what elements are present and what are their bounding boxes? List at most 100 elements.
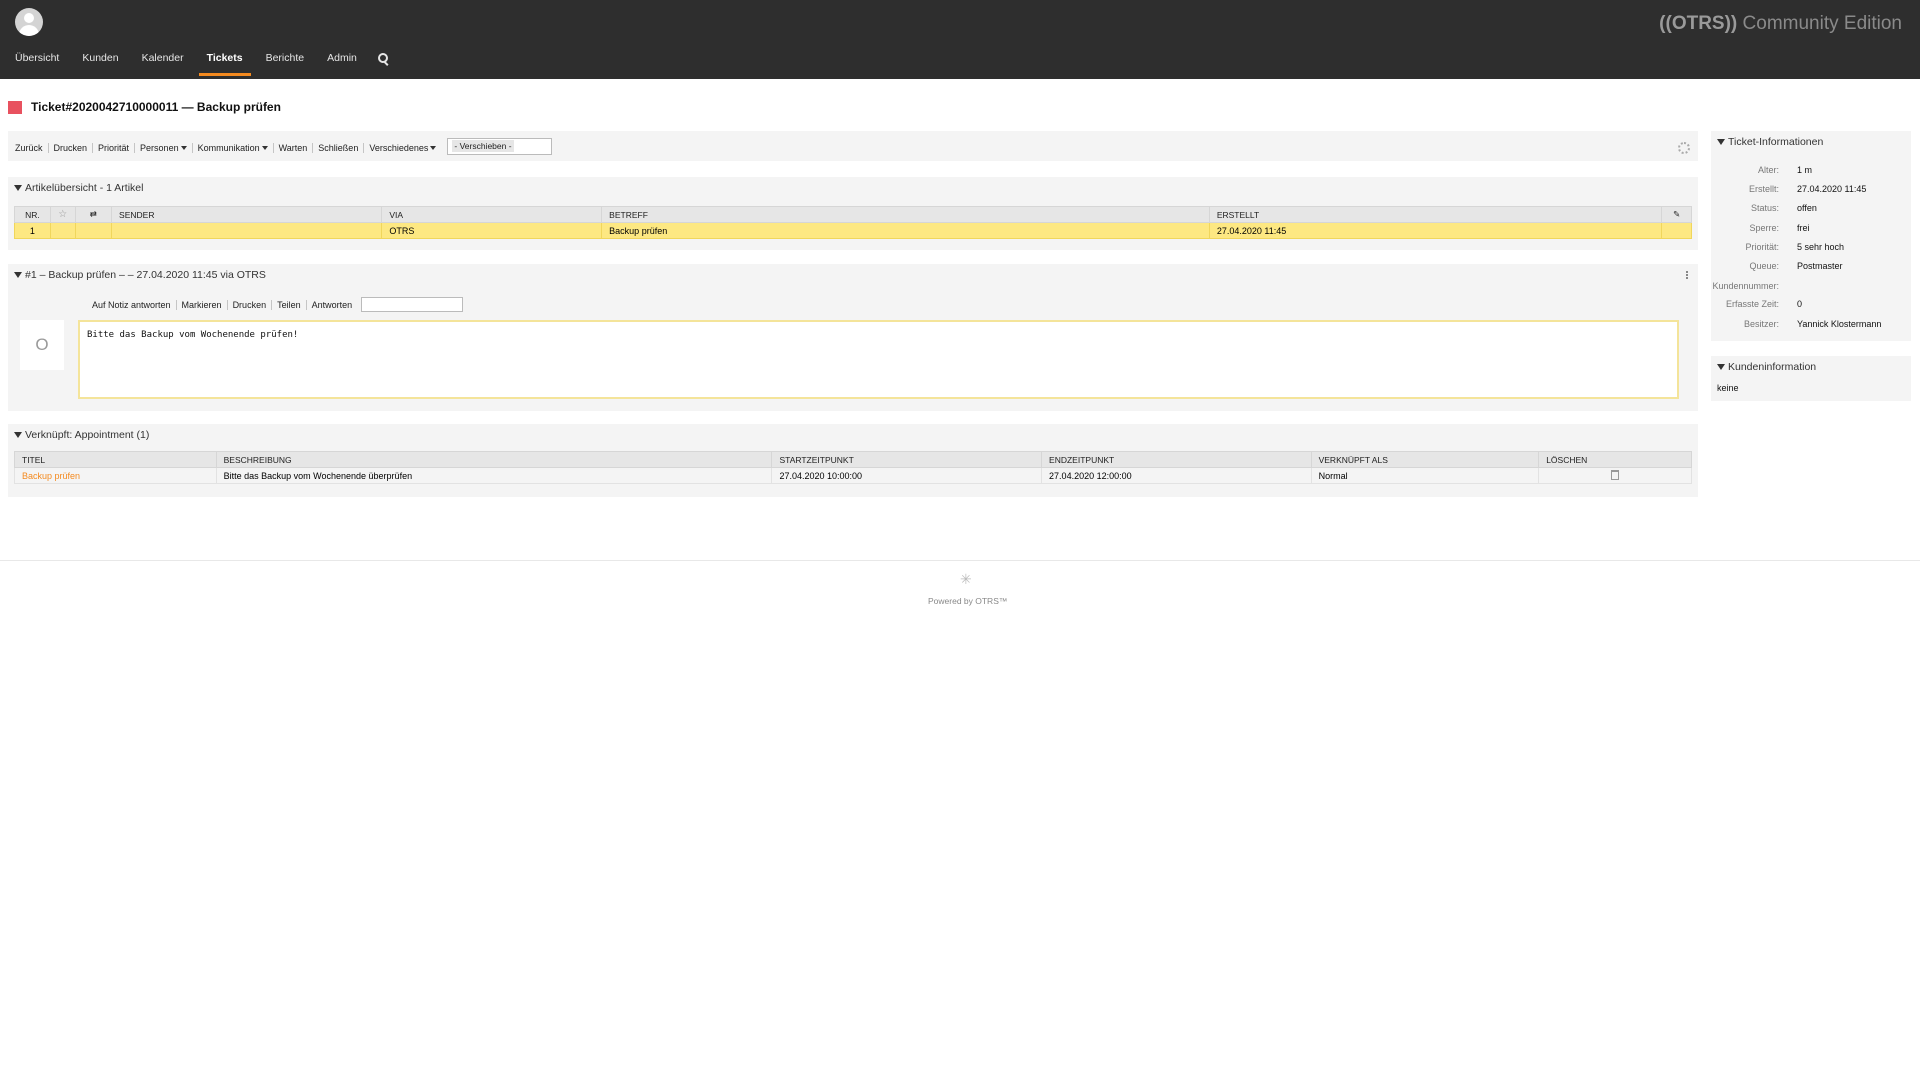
collapse-triangle-icon[interactable]	[14, 432, 22, 438]
misc-menu[interactable]: Verschiedenes	[364, 143, 441, 153]
linked-type: Normal	[1310, 467, 1540, 484]
reply-action[interactable]: Antworten	[307, 300, 358, 310]
article-subject: Backup prüfen	[601, 222, 1210, 239]
back-action[interactable]: Zurück	[15, 142, 49, 153]
column-header-created[interactable]: ERSTELLT	[1208, 206, 1663, 223]
info-row-priority: Priorität: 5 sehr hoch	[1745, 242, 1845, 252]
chevron-down-icon	[261, 146, 268, 151]
share-action[interactable]: Teilen	[272, 299, 307, 310]
nav-tickets[interactable]: Tickets	[198, 50, 251, 76]
swap-arrows-icon: ⇄	[89, 209, 97, 219]
nav-reports[interactable]: Berichte	[258, 50, 313, 74]
linked-end: 27.04.2020 12:00:00	[1041, 467, 1312, 484]
move-queue-select[interactable]: - Verschieben -	[447, 138, 553, 155]
linked-title-link[interactable]: Backup prüfen	[14, 467, 217, 484]
info-row-age: Alter: 1 m	[1757, 165, 1813, 175]
column-header-star[interactable]: ☆	[49, 206, 76, 223]
ticket-info-header[interactable]: Ticket-Informationen	[1711, 131, 1911, 153]
priority-indicator	[8, 100, 22, 114]
pending-action[interactable]: Warten	[274, 142, 314, 153]
collapse-triangle-icon[interactable]	[14, 185, 22, 191]
article-header[interactable]: #1 – Backup prüfen – – 27.04.2020 11:45 …	[8, 264, 1698, 286]
main-navigation: Übersicht Kunden Kalender Tickets Berich…	[0, 50, 391, 76]
customer-info-value: keine	[1717, 383, 1739, 393]
customer-info-header[interactable]: Kundeninformation	[1711, 356, 1911, 378]
close-action[interactable]: Schließen	[313, 142, 365, 153]
top-header: Übersicht Kunden Kalender Tickets Berich…	[0, 0, 1920, 79]
column-header-nr[interactable]: NR.	[14, 206, 51, 223]
article-overview-panel: Artikelübersicht - 1 Artikel NR. ☆ ⇄ SEN…	[8, 177, 1698, 250]
ticket-info-title: Ticket-Informationen	[1728, 136, 1824, 148]
linked-start: 27.04.2020 10:00:00	[771, 467, 1043, 484]
column-header-title: TITEL	[14, 451, 217, 468]
ticket-title-row: Ticket#2020042710000011 — Backup prüfen	[8, 99, 281, 115]
info-row-time-accounted: Erfasste Zeit: 0	[1725, 299, 1803, 309]
article-panel: #1 – Backup prüfen – – 27.04.2020 11:45 …	[8, 264, 1698, 411]
gear-icon[interactable]	[1678, 142, 1690, 154]
collapse-triangle-icon[interactable]	[1717, 364, 1725, 370]
otrs-logo: ((OTRS)) Community Edition	[1659, 13, 1902, 34]
column-header-via[interactable]: VIA	[381, 206, 603, 223]
ticket-info-panel: Ticket-Informationen Alter: 1 m Erstellt:…	[1711, 131, 1911, 341]
mark-action[interactable]: Markieren	[177, 299, 228, 310]
communication-menu[interactable]: Kommunikation	[193, 142, 274, 153]
nav-admin[interactable]: Admin	[319, 50, 365, 74]
customer-info-title: Kundeninformation	[1728, 361, 1817, 373]
people-menu[interactable]: Personen	[135, 142, 193, 153]
linked-table: TITEL BESCHREIBUNG STARTZEITPUNKT ENDZEI…	[14, 451, 1692, 484]
article-action-select[interactable]	[361, 297, 464, 312]
powered-by-link[interactable]: Powered by OTRS™	[928, 596, 1007, 606]
info-row-state: Status: offen	[1750, 203, 1817, 213]
table-row[interactable]: 1 OTRS Backup prüfen 27.04.2020 11:45	[14, 222, 1692, 239]
article-header-text: #1 – Backup prüfen – – 27.04.2020 11:45 …	[25, 269, 266, 281]
article-body-text: Bitte das Backup vom Wochenende prüfen!	[87, 330, 299, 340]
search-icon[interactable]	[377, 52, 391, 66]
info-row-queue: Queue: Postmaster	[1749, 261, 1843, 271]
print-action[interactable]: Drucken	[49, 142, 94, 153]
delete-link-button[interactable]	[1538, 467, 1692, 484]
more-options-icon[interactable]	[1686, 271, 1688, 280]
column-header-sender[interactable]: SENDER	[111, 206, 383, 223]
column-header-subject[interactable]: BETREFF	[601, 206, 1210, 223]
customer-info-panel: Kundeninformation keine	[1711, 356, 1911, 401]
info-row-lock: Sperre: frei	[1749, 223, 1810, 233]
article-table: NR. ☆ ⇄ SENDER VIA BETREFF ERSTELLT ✎ 1 …	[14, 206, 1692, 239]
page-title: Ticket#2020042710000011 — Backup prüfen	[31, 100, 281, 114]
chevron-down-icon	[430, 146, 437, 151]
article-nr: 1	[14, 222, 51, 239]
linked-objects-header[interactable]: Verknüpft: Appointment (1)	[8, 424, 1698, 446]
collapse-triangle-icon[interactable]	[14, 272, 22, 278]
column-header-start: STARTZEITPUNKT	[771, 451, 1043, 468]
reply-note-action[interactable]: Auf Notiz antworten	[92, 299, 177, 310]
ticket-action-bar: Zurück Drucken Priorität Personen Kommun…	[8, 131, 1698, 161]
article-sender	[111, 222, 383, 239]
info-row-created: Erstellt: 27.04.2020 11:45	[1748, 184, 1867, 194]
nav-customers[interactable]: Kunden	[74, 50, 126, 74]
article-via: OTRS	[381, 222, 603, 239]
column-header-arrows[interactable]: ⇄	[74, 206, 113, 223]
column-header-end: ENDZEITPUNKT	[1041, 451, 1312, 468]
trash-icon	[1611, 469, 1620, 480]
nav-calendar[interactable]: Kalender	[134, 50, 192, 74]
nav-overview[interactable]: Übersicht	[7, 50, 67, 74]
article-overview-header[interactable]: Artikelübersicht - 1 Artikel	[8, 177, 1698, 199]
article-body: Bitte das Backup vom Wochenende prüfen!	[78, 320, 1679, 399]
priority-action[interactable]: Priorität	[93, 142, 136, 153]
star-icon: ☆	[58, 209, 68, 220]
linked-objects-title: Verknüpft: Appointment (1)	[25, 429, 150, 441]
article-overview-title: Artikelübersicht - 1 Artikel	[25, 182, 144, 194]
linked-objects-panel: Verknüpft: Appointment (1) TITEL BESCHRE…	[8, 424, 1698, 497]
article-print-action[interactable]: Drucken	[228, 299, 273, 310]
info-row-owner: Besitzer: Yannick Klostermann	[1743, 319, 1882, 329]
collapse-triangle-icon[interactable]	[1717, 139, 1725, 145]
paperclip-icon: ✎	[1673, 209, 1681, 219]
column-header-link-type: VERKNÜPFT ALS	[1310, 451, 1540, 468]
sender-avatar: O	[20, 320, 64, 370]
linked-description: Bitte das Backup vom Wochenende überprüf…	[215, 467, 773, 484]
table-row: Backup prüfen Bitte das Backup vom Woche…	[14, 467, 1692, 484]
chevron-down-icon	[180, 146, 187, 151]
column-header-description: BESCHREIBUNG	[215, 451, 773, 468]
column-header-delete: LÖSCHEN	[1538, 451, 1692, 468]
column-header-attachment[interactable]: ✎	[1661, 206, 1692, 223]
user-avatar[interactable]	[15, 8, 43, 36]
